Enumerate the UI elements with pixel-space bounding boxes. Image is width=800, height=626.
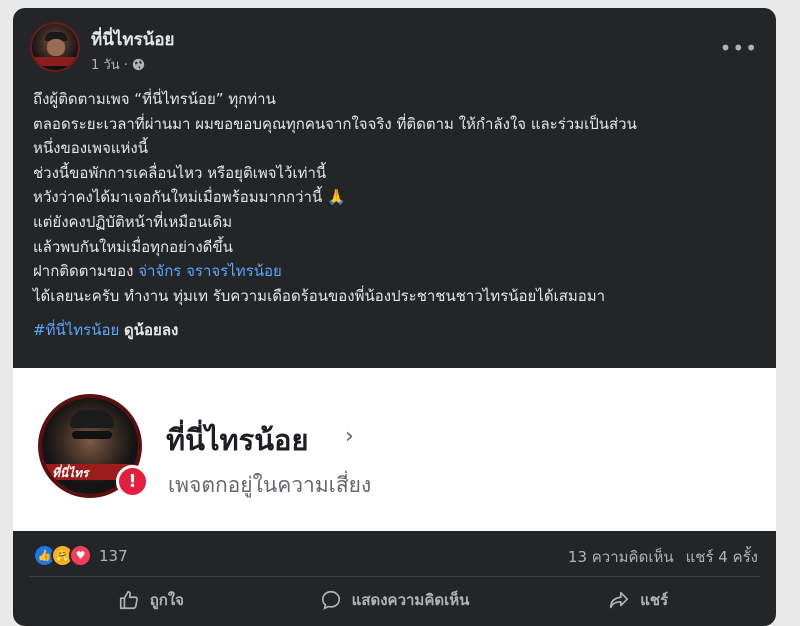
love-reaction-icon: ♥ [69, 544, 92, 567]
comment-label: แสดงความคิดเห็น [351, 591, 470, 609]
post-text: ถึงผู้ติดตามเพจ “ที่นี่ไทรน้อย” ทุกท่าน … [33, 87, 763, 343]
like-icon [119, 590, 138, 610]
page-risk-status: เพจตกอยู่ในความเสี่ยง [168, 473, 372, 497]
post-line: ได้เลยนะครับ ทำงาน ทุ่มเท รับความเดือดร้… [33, 286, 606, 305]
reactions-summary[interactable]: 👍 🤗 ♥ 137 [33, 544, 128, 567]
warning-icon: ! [116, 465, 149, 498]
post-line: ช่วงนี้ขอพักการเคลื่อนไหว หรือยุติเพจไว้… [33, 163, 327, 182]
shared-image[interactable]: ที่นี่ไทร ! ที่นี่ไทรน้อย › เพจตกอยู่ในค… [13, 368, 776, 531]
divider [29, 576, 760, 577]
share-button[interactable]: แชร์ [516, 578, 760, 622]
action-bar: ถูกใจ แสดงความคิดเห็น แชร์ [29, 578, 760, 622]
follow-prefix: ฝากติดตามของ [33, 262, 139, 281]
more-icon[interactable]: ••• [720, 36, 758, 60]
post-line: แต่ยังคงปฏิบัติหน้าที่เหมือนเดิม [33, 212, 233, 231]
see-less-button[interactable]: ดูน้อยลง [124, 321, 178, 339]
reaction-count: 137 [99, 546, 128, 565]
share-label: แชร์ [640, 591, 669, 609]
share-icon [610, 591, 629, 609]
page-name[interactable]: ที่นี่ไทรน้อย [91, 26, 175, 53]
post-meta: 1 วัน · [91, 54, 145, 75]
follow-line: ฝากติดตามของ จ่าจักร จราจรไทรน้อย [33, 259, 763, 284]
post-line: ตลอดระยะเวลาที่ผ่านมา ผมขอขอบคุณทุกคนจาก… [33, 114, 637, 133]
post-line: แล้วพบกันใหม่เมื่อทุกอย่างดีขึ้น [33, 237, 233, 256]
hashtag-link[interactable]: #ที่นี่ไทรน้อย [33, 321, 119, 339]
globe-icon [132, 58, 145, 71]
shared-page-name: ที่นี่ไทรน้อย [166, 423, 309, 457]
post-card: ที่นี่ไทรน้อย 1 วัน · ••• ถึงผู้ติดตามเพ… [13, 8, 776, 626]
hashtag-line: #ที่นี่ไทรน้อย ดูน้อยลง [33, 318, 763, 343]
comments-count[interactable]: 13 ความคิดเห็น [568, 545, 674, 569]
post-line: ถึงผู้ติดตามเพจ “ที่นี่ไทรน้อย” ทุกท่าน [33, 90, 276, 108]
like-label: ถูกใจ [149, 591, 184, 609]
post-stats: 13 ความคิดเห็น แชร์ 4 ครั้ง [568, 545, 758, 569]
page-avatar[interactable] [30, 22, 80, 72]
shares-count[interactable]: แชร์ 4 ครั้ง [686, 545, 758, 569]
post-time[interactable]: 1 วัน · [91, 54, 128, 75]
comment-button[interactable]: แสดงความคิดเห็น [273, 578, 517, 622]
like-button[interactable]: ถูกใจ [29, 578, 273, 622]
mention-link[interactable]: จ่าจักร จราจรไทรน้อย [138, 262, 282, 280]
comment-icon [321, 590, 340, 610]
post-line: หวังว่าคงได้มาเจอกันใหม่เมื่อพร้อมมากกว่… [33, 188, 346, 207]
avatar-watermark: ที่นี่ไทร [52, 466, 89, 480]
post-line: หนึ่งของเพจแห่งนี้ [33, 139, 148, 158]
chevron-right-icon: › [345, 424, 354, 449]
